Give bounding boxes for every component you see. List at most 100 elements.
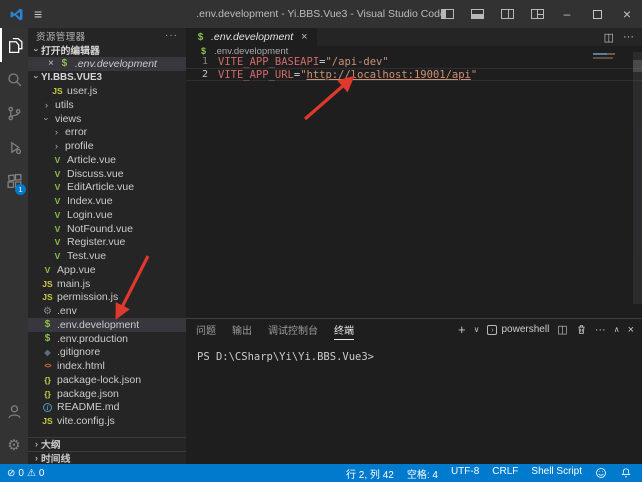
- tree-item-profile[interactable]: ›profile: [28, 139, 186, 153]
- extensions-badge: 1: [15, 184, 26, 195]
- kill-terminal-icon[interactable]: [576, 324, 587, 335]
- tree-item-NotFound.vue[interactable]: VNotFound.vue: [28, 222, 186, 236]
- terminal-shell-select[interactable]: ›powershell: [487, 324, 549, 335]
- code-line-1[interactable]: 1VITE_APP_BASEAPI="/api-dev": [186, 55, 642, 68]
- shell-label: powershell: [501, 324, 549, 335]
- search-icon[interactable]: [0, 62, 28, 96]
- toggle-secondary-sidebar-icon[interactable]: [492, 0, 522, 28]
- timeline-section[interactable]: › 时间线: [28, 451, 186, 465]
- tree-item-error[interactable]: › error: [28, 126, 186, 140]
- sidebar-more-icon[interactable]: ···: [165, 30, 178, 41]
- explorer-tree: JSuser.js›utils›views› error›profileVArti…: [28, 84, 186, 428]
- tree-item-EditArticle.vue[interactable]: VEditArticle.vue: [28, 181, 186, 195]
- code-area[interactable]: 1VITE_APP_BASEAPI="/api-dev"2VITE_APP_UR…: [186, 55, 642, 81]
- toggle-panel-icon[interactable]: [462, 0, 492, 28]
- close-tab-icon[interactable]: ×: [301, 31, 307, 43]
- tree-item-Test.vue[interactable]: VTest.vue: [28, 249, 186, 263]
- tree-item-Login.vue[interactable]: VLogin.vue: [28, 208, 186, 222]
- scrollbar[interactable]: [633, 52, 642, 304]
- line-number: 1: [186, 56, 208, 67]
- source-control-icon[interactable]: [0, 96, 28, 130]
- status-item[interactable]: Shell Script: [531, 466, 582, 481]
- panel-tab-终端[interactable]: 终端: [334, 322, 354, 340]
- feedback-icon[interactable]: [595, 467, 607, 479]
- tree-item-.env[interactable]: ⚙.env: [28, 304, 186, 318]
- minimize-button[interactable]: –: [552, 0, 582, 28]
- tree-item-.gitignore[interactable]: ◆.gitignore: [28, 346, 186, 360]
- tab-env-development[interactable]: $ .env.development ×: [186, 28, 317, 46]
- tree-item-label: Index.vue: [67, 195, 113, 207]
- close-button[interactable]: ×: [612, 0, 642, 28]
- open-editor-label: .env.development: [75, 58, 157, 70]
- explorer-icon[interactable]: [0, 28, 28, 62]
- chevron-right-icon: ›: [52, 127, 61, 137]
- customize-layout-icon[interactable]: [522, 0, 552, 28]
- tree-item-package-lock.json[interactable]: {}package-lock.json: [28, 373, 186, 387]
- tree-item-App.vue[interactable]: VApp.vue: [28, 263, 186, 277]
- tree-item-label: error: [65, 126, 87, 138]
- tree-item-views[interactable]: ›views: [28, 112, 186, 126]
- problems-status[interactable]: ⊘ 0 ⚠ 0: [7, 468, 44, 479]
- tree-item-.env.production[interactable]: $.env.production: [28, 332, 186, 346]
- code-line-2[interactable]: 2VITE_APP_URL="http://localhost:19001/ap…: [186, 68, 642, 81]
- maximize-button[interactable]: [582, 0, 612, 28]
- vue-file-icon: V: [52, 237, 63, 247]
- tree-item-Discuss.vue[interactable]: VDiscuss.vue: [28, 167, 186, 181]
- env-file-icon: $: [59, 58, 70, 69]
- tree-item-user.js[interactable]: JSuser.js: [28, 84, 186, 98]
- tree-item-vite.config.js[interactable]: JSvite.config.js: [28, 414, 186, 428]
- menu-icon[interactable]: ≡: [34, 6, 42, 22]
- status-item[interactable]: 行 2, 列 42: [346, 466, 394, 481]
- tree-item-label: .gitignore: [57, 346, 100, 358]
- run-debug-icon[interactable]: [0, 130, 28, 164]
- tree-item-label: profile: [65, 140, 94, 152]
- tree-item-permission.js[interactable]: JSpermission.js: [28, 291, 186, 305]
- outline-section[interactable]: › 大纲: [28, 437, 186, 451]
- tree-item-Register.vue[interactable]: VRegister.vue: [28, 236, 186, 250]
- account-icon[interactable]: [0, 394, 28, 428]
- tree-item-.env.development[interactable]: $.env.development: [28, 318, 186, 332]
- panel-tab-调试控制台[interactable]: 调试控制台: [268, 322, 318, 337]
- vue-file-icon: V: [52, 224, 63, 234]
- open-editors-header[interactable]: › 打开的编辑器: [28, 43, 186, 57]
- tree-item-label: Discuss.vue: [67, 168, 124, 180]
- extensions-icon[interactable]: 1: [0, 164, 28, 198]
- status-item[interactable]: CRLF: [492, 466, 518, 481]
- token-str: "/api-dev": [325, 56, 388, 68]
- panel-tab-输出[interactable]: 输出: [232, 322, 252, 337]
- new-terminal-icon[interactable]: +: [458, 322, 466, 337]
- line-number: 2: [186, 69, 208, 80]
- split-terminal-icon[interactable]: ◫: [557, 323, 567, 336]
- tree-item-package.json[interactable]: {}package.json: [28, 387, 186, 401]
- token-key: VITE_APP_BASEAPI: [218, 56, 319, 68]
- tree-item-README.md[interactable]: iREADME.md: [28, 401, 186, 415]
- minimap: [593, 57, 613, 59]
- tree-item-label: utils: [55, 99, 74, 111]
- tree-item-Index.vue[interactable]: VIndex.vue: [28, 194, 186, 208]
- status-item[interactable]: 空格: 4: [407, 466, 438, 481]
- panel-more-icon[interactable]: ···: [595, 324, 606, 336]
- activity-bar: 1 ⚙: [0, 28, 28, 464]
- tree-item-utils[interactable]: ›utils: [28, 98, 186, 112]
- terminal-dropdown-icon[interactable]: ∨: [474, 325, 480, 334]
- split-editor-icon[interactable]: ◫: [604, 31, 614, 44]
- settings-gear-icon[interactable]: ⚙: [0, 428, 28, 462]
- close-editor-icon[interactable]: ×: [48, 58, 54, 69]
- status-item[interactable]: UTF-8: [451, 466, 479, 481]
- sidebar-title: 资源管理器: [36, 29, 86, 43]
- tree-item-label: main.js: [57, 278, 90, 290]
- editor-more-icon[interactable]: ···: [623, 31, 634, 43]
- tree-item-index.html[interactable]: <>index.html: [28, 359, 186, 373]
- terminal-prompt[interactable]: PS D:\CSharp\Yi\Yi.BBS.Vue3>: [197, 351, 642, 363]
- panel-tab-问题[interactable]: 问题: [196, 322, 216, 337]
- project-root-header[interactable]: › YI.BBS.VUE3: [28, 71, 186, 85]
- close-panel-icon[interactable]: ×: [628, 324, 634, 336]
- tree-item-main.js[interactable]: JS main.js: [28, 277, 186, 291]
- maximize-panel-icon[interactable]: ∧: [614, 325, 620, 334]
- info-file-icon: i: [43, 403, 52, 412]
- js-file-icon: JS: [42, 279, 53, 289]
- tree-item-Article.vue[interactable]: VArticle.vue: [28, 153, 186, 167]
- toggle-sidebar-icon[interactable]: [432, 0, 462, 28]
- notifications-bell-icon[interactable]: [620, 467, 632, 479]
- open-editor-item[interactable]: × $ .env.development: [28, 57, 186, 71]
